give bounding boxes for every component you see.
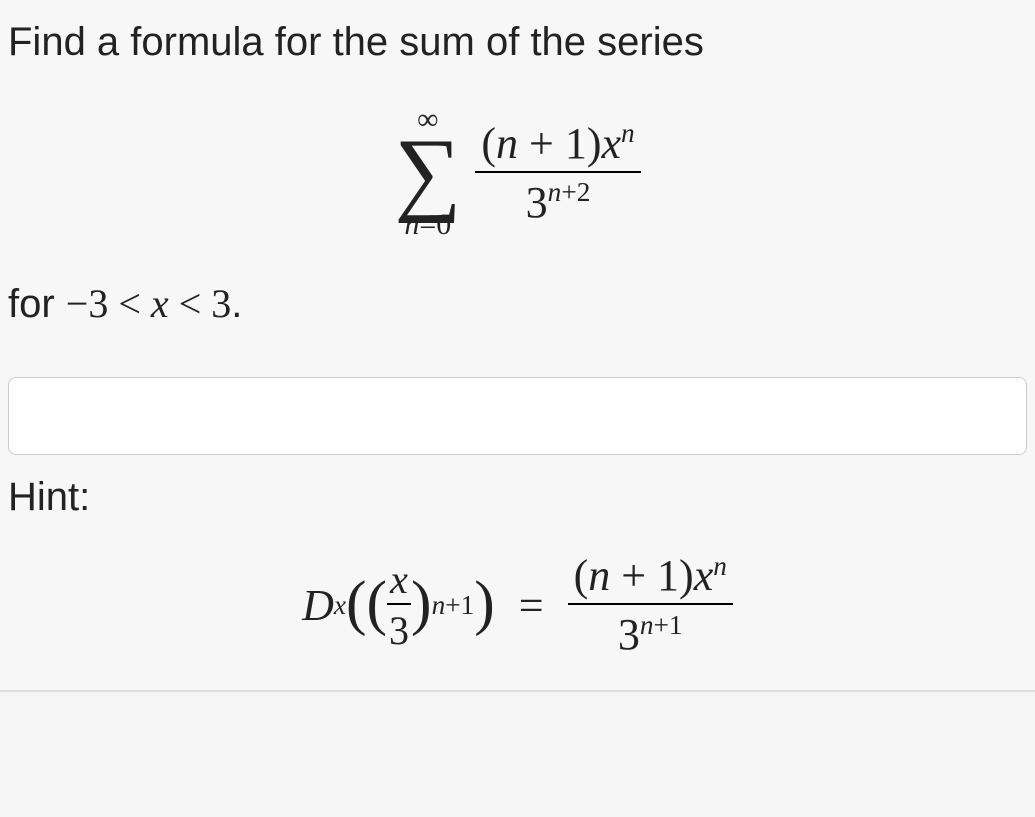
fraction-denominator: 3n+2 <box>520 173 597 228</box>
equals-sign: = <box>519 580 544 631</box>
sigma-icon: ∞ ∑ n=0 <box>394 105 461 240</box>
hint-expression: Dx((x3)n+1) = (n + 1)xn 3n+1 <box>8 550 1027 660</box>
hint-label: Hint: <box>8 475 1027 520</box>
hint-inner-fraction: x3 <box>387 556 411 654</box>
summation-symbol: ∑ <box>394 135 461 210</box>
series-term-fraction: (n + 1)xn 3n+2 <box>475 118 640 228</box>
hint-right-fraction: (n + 1)xn 3n+1 <box>568 550 733 660</box>
problem-prompt: Find a formula for the sum of the series <box>8 20 1027 65</box>
hint-right-numerator: (n + 1)xn <box>568 550 733 603</box>
interval-text: for −3 < x < 3. <box>8 280 1027 327</box>
hint-right-denominator: 3n+1 <box>612 605 689 660</box>
answer-input[interactable] <box>8 377 1027 455</box>
series-expression: ∞ ∑ n=0 (n + 1)xn 3n+2 <box>8 105 1027 240</box>
sigma-lower-limit: n=0 <box>404 210 451 240</box>
fraction-numerator: (n + 1)xn <box>475 118 640 171</box>
